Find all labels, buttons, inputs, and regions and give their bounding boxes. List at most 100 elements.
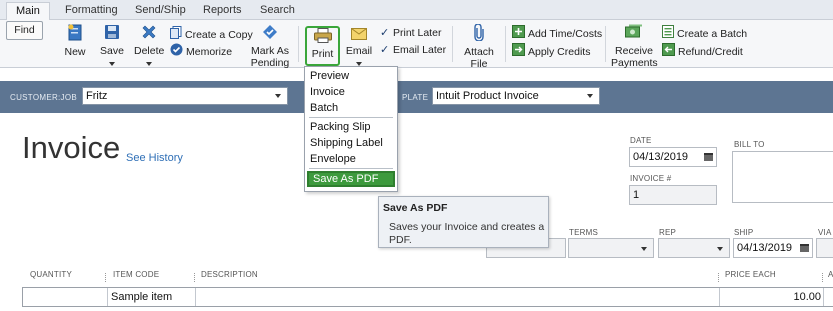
receive-payments-button[interactable]: Receive Payments: [611, 24, 658, 69]
menu-item-preview[interactable]: Preview: [306, 68, 396, 84]
tab-search[interactable]: Search: [251, 2, 304, 20]
tab-reports[interactable]: Reports: [194, 2, 251, 20]
template-dropdown-icon[interactable]: [587, 94, 593, 98]
memorize-button[interactable]: Memorize: [170, 43, 232, 59]
cell-description[interactable]: [199, 288, 715, 306]
find-button[interactable]: Find: [6, 21, 43, 40]
email-later-check-icon: ✓: [380, 43, 390, 56]
save-label: Save: [100, 45, 124, 57]
email-button[interactable]: Email: [345, 28, 373, 69]
receive-payments-label-2: Payments: [611, 57, 658, 69]
see-history-link[interactable]: See History: [126, 152, 183, 164]
terms-field[interactable]: [568, 238, 654, 258]
invoice-number-field[interactable]: 1: [629, 185, 717, 205]
ship-date-field[interactable]: 04/13/2019: [733, 238, 813, 258]
column-header-description: DESCRIPTION: [201, 270, 258, 279]
apply-credits-button[interactable]: Apply Credits: [512, 43, 590, 59]
email-later-checkbox[interactable]: ✓ Email Later: [380, 42, 446, 58]
copy-icon: [170, 26, 182, 44]
calendar-icon[interactable]: [704, 153, 713, 161]
date-field[interactable]: 04/13/2019: [629, 147, 717, 167]
save-dropdown-icon[interactable]: [109, 62, 115, 66]
create-copy-button[interactable]: Create a Copy: [170, 26, 253, 42]
email-label: Email: [345, 45, 373, 57]
refund-credit-button[interactable]: Refund/Credit: [662, 43, 743, 59]
ribbon-tab-bar: Main Formatting Send/Ship Reports Search: [0, 0, 833, 20]
column-divider: [822, 273, 823, 282]
new-button[interactable]: New: [60, 24, 90, 58]
delete-dropdown-icon[interactable]: [146, 62, 152, 66]
print-later-check-icon: ✓: [380, 26, 390, 39]
add-time-costs-label: Add Time/Costs: [528, 27, 603, 40]
create-batch-label: Create a Batch: [677, 27, 748, 40]
menu-item-invoice[interactable]: Invoice: [306, 84, 396, 100]
menu-divider: [309, 117, 393, 118]
mark-as-pending-label-1: Mark As: [251, 45, 289, 57]
new-label: New: [64, 46, 86, 58]
column-header-amount: A: [828, 270, 833, 279]
via-label: VIA: [818, 228, 832, 237]
column-divider: [718, 273, 719, 282]
menu-divider: [309, 168, 393, 169]
print-button-highlight: [305, 26, 340, 66]
ribbon-separator: [505, 26, 506, 62]
template-combo[interactable]: Intuit Product Invoice: [432, 87, 600, 105]
create-batch-button[interactable]: Create a Batch: [662, 25, 747, 41]
column-header-quantity: QUANTITY: [30, 270, 73, 279]
mark-as-pending-button[interactable]: Mark As Pending: [250, 24, 290, 69]
customer-job-value: Fritz: [86, 90, 108, 102]
save-button[interactable]: Save: [98, 24, 126, 69]
cell-quantity[interactable]: [27, 288, 107, 306]
column-divider: [105, 273, 106, 282]
menu-item-shipping-label[interactable]: Shipping Label: [306, 135, 396, 151]
receive-payments-label-1: Receive: [615, 45, 653, 57]
paperclip-icon: [462, 23, 496, 44]
menu-item-envelope[interactable]: Envelope: [306, 151, 396, 167]
invoice-number-label: INVOICE #: [630, 174, 672, 183]
ship-calendar-icon[interactable]: [800, 244, 809, 252]
template-value: Intuit Product Invoice: [436, 90, 539, 102]
memorize-icon: [170, 43, 183, 61]
ribbon-separator: [452, 26, 453, 62]
print-later-checkbox[interactable]: ✓ Print Later: [380, 25, 441, 41]
apply-credits-label: Apply Credits: [528, 45, 591, 58]
invoice-number-value: 1: [633, 189, 640, 201]
refund-credit-label: Refund/Credit: [678, 45, 743, 58]
terms-dropdown-icon[interactable]: [641, 247, 647, 251]
tab-send-ship[interactable]: Send/Ship: [126, 2, 195, 20]
attach-file-label-2: File: [470, 58, 488, 70]
tooltip-title: Save As PDF: [383, 202, 448, 214]
tab-main[interactable]: Main: [6, 2, 50, 20]
ribbon-separator: [605, 26, 606, 62]
tooltip-body: Saves your Invoice and creates a PDF.: [389, 221, 545, 246]
ship-date-value: 04/13/2019: [737, 242, 793, 254]
bill-to-field[interactable]: [732, 151, 833, 203]
rep-field[interactable]: [658, 238, 730, 258]
rep-dropdown-icon[interactable]: [717, 247, 723, 251]
delete-button[interactable]: Delete: [134, 24, 164, 69]
column-header-item-code: ITEM CODE: [113, 270, 160, 279]
date-value: 04/13/2019: [633, 151, 689, 163]
customer-bar: CUSTOMER:JOB Fritz PLATE Intuit Product …: [0, 81, 833, 113]
menu-item-save-as-pdf[interactable]: Save As PDF: [307, 171, 395, 187]
customer-job-dropdown-icon[interactable]: [275, 94, 281, 98]
date-label: DATE: [630, 136, 652, 145]
attach-file-button[interactable]: Attach File: [462, 23, 496, 70]
bill-to-label: BILL TO: [734, 140, 765, 149]
ribbon-separator: [298, 26, 299, 62]
customer-job-combo[interactable]: Fritz: [82, 87, 288, 105]
menu-item-packing-slip[interactable]: Packing Slip: [306, 119, 396, 135]
pending-check-icon: [250, 24, 290, 43]
add-time-costs-button[interactable]: Add Time/Costs: [512, 25, 602, 41]
menu-item-batch[interactable]: Batch: [306, 100, 396, 116]
apply-credits-icon: [512, 43, 525, 61]
cell-price-each[interactable]: 10.00: [723, 288, 821, 306]
mark-as-pending-label-2: Pending: [250, 57, 290, 69]
tab-formatting[interactable]: Formatting: [56, 2, 127, 20]
cell-divider: [719, 288, 720, 306]
table-row[interactable]: Sample item 10.00: [22, 287, 833, 307]
cell-item-code[interactable]: Sample item: [111, 288, 191, 306]
via-field[interactable]: [816, 238, 833, 258]
cell-divider: [823, 288, 824, 306]
add-time-costs-icon: [512, 25, 525, 43]
